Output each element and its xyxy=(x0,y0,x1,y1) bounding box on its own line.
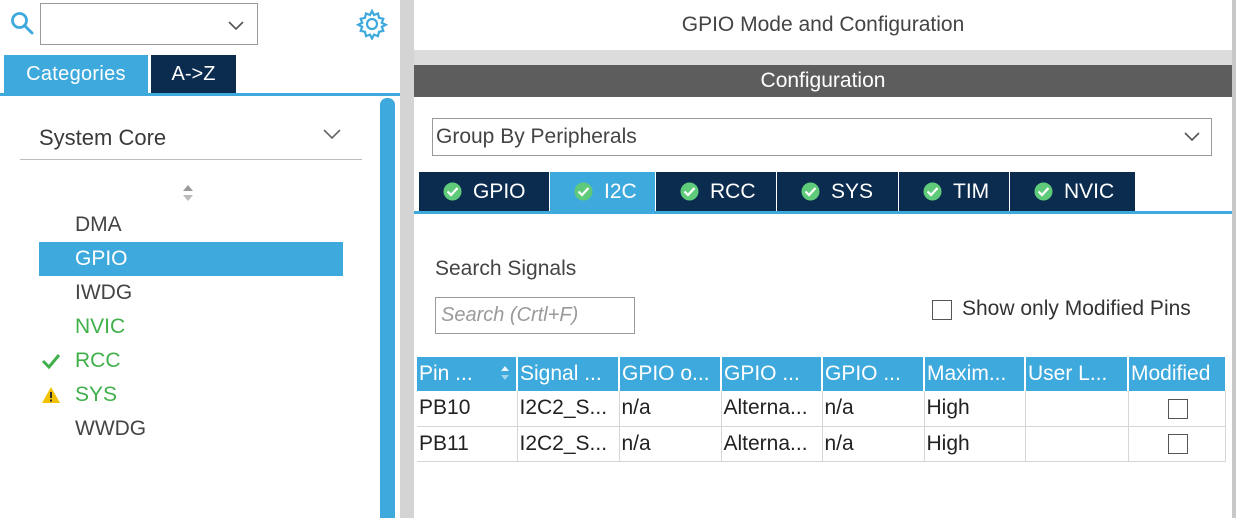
section-divider xyxy=(414,50,1232,65)
category-list: DMA GPIO IWDG NVIC RCC SYS WWDG xyxy=(39,208,343,446)
tab-label: NVIC xyxy=(1064,180,1115,203)
tab-label: GPIO xyxy=(473,180,526,203)
sort-icon[interactable] xyxy=(500,364,510,382)
category-item-label: SYS xyxy=(75,383,118,406)
table-row[interactable]: PB11 I2C2_S... n/a Alterna... n/a High xyxy=(417,426,1226,462)
right-border xyxy=(1232,0,1236,518)
column-header-pin[interactable]: Pin ... xyxy=(417,357,517,391)
category-item-wwdg[interactable]: WWDG xyxy=(39,412,343,446)
tab-categories[interactable]: Categories xyxy=(4,55,148,93)
cell-user-label xyxy=(1024,391,1128,427)
chevron-down-icon[interactable] xyxy=(227,16,245,34)
cell-gpio-pull: n/a xyxy=(821,426,924,462)
tab-label: RCC xyxy=(710,180,756,203)
configuration-header: Configuration xyxy=(414,65,1232,97)
category-item-label: DMA xyxy=(75,213,122,236)
tab-a-to-z[interactable]: A->Z xyxy=(151,55,236,93)
tab-label: I2C xyxy=(604,180,637,203)
column-header-gpio-pull[interactable]: GPIO ... xyxy=(821,357,924,391)
component-search-combo[interactable] xyxy=(40,3,258,45)
category-item-label: GPIO xyxy=(75,247,128,270)
tab-label: SYS xyxy=(831,180,874,203)
warning-icon xyxy=(42,387,60,403)
check-circle-icon xyxy=(574,182,593,201)
panel-splitter[interactable] xyxy=(400,0,414,518)
show-modified-label: Show only Modified Pins xyxy=(962,297,1191,320)
check-circle-icon xyxy=(1034,182,1053,201)
show-modified-checkbox[interactable] xyxy=(932,300,952,320)
cell-gpio-output: n/a xyxy=(618,426,721,462)
category-tabbar: Categories A->Z xyxy=(0,55,400,96)
tab-gpio[interactable]: GPIO xyxy=(419,172,549,211)
chevron-down-icon[interactable] xyxy=(322,126,342,142)
check-circle-icon xyxy=(443,182,462,201)
category-item-label: WWDG xyxy=(75,417,147,440)
gear-icon[interactable] xyxy=(356,8,388,40)
column-header-gpio-output[interactable]: GPIO o... xyxy=(618,357,721,391)
cell-pin: PB10 xyxy=(417,391,517,427)
cell-gpio-output: n/a xyxy=(618,391,721,427)
category-item-rcc[interactable]: RCC xyxy=(39,344,343,378)
column-header-signal[interactable]: Signal ... xyxy=(516,357,619,391)
category-item-label: NVIC xyxy=(75,315,126,338)
table-header-row: Pin ... Signal ... GPIO o... GPIO ... GP… xyxy=(417,357,1225,391)
column-header-modified[interactable]: Modified xyxy=(1127,357,1225,391)
search-signals-label: Search Signals xyxy=(435,257,577,280)
category-item-gpio[interactable]: GPIO xyxy=(39,242,343,276)
table-row[interactable]: PB10 I2C2_S... n/a Alterna... n/a High xyxy=(417,391,1226,427)
mode-configuration-panel: GPIO Mode and Configuration Configuratio… xyxy=(414,0,1236,518)
checkmark-icon xyxy=(41,354,61,370)
category-item-sys[interactable]: SYS xyxy=(39,378,343,412)
check-circle-icon xyxy=(923,182,942,201)
category-item-nvic[interactable]: NVIC xyxy=(39,310,343,344)
check-circle-icon xyxy=(680,182,699,201)
cell-signal: I2C2_S... xyxy=(516,391,619,427)
cell-gpio-mode: Alterna... xyxy=(720,391,822,427)
category-item-label: RCC xyxy=(75,349,121,372)
check-circle-icon xyxy=(801,182,820,201)
modified-checkbox[interactable] xyxy=(1167,433,1188,454)
cell-modified xyxy=(1127,426,1226,462)
tab-rcc[interactable]: RCC xyxy=(656,172,776,211)
pin-configuration-table: Pin ... Signal ... GPIO o... GPIO ... GP… xyxy=(417,357,1226,462)
peripheral-tabbar: GPIO I2C RCC SYS TIM NVIC xyxy=(414,172,1232,214)
search-icon[interactable] xyxy=(10,11,34,35)
column-header-gpio-mode[interactable]: GPIO ... xyxy=(720,357,822,391)
tab-nvic[interactable]: NVIC xyxy=(1010,172,1135,211)
cell-gpio-mode: Alterna... xyxy=(720,426,822,462)
category-group-title: System Core xyxy=(39,125,167,150)
cell-gpio-pull: n/a xyxy=(821,391,924,427)
categories-panel: Categories A->Z System Core DMA GPIO IWD… xyxy=(0,0,400,518)
chevron-down-icon[interactable] xyxy=(1183,129,1201,145)
tab-label: TIM xyxy=(953,180,990,203)
modified-checkbox[interactable] xyxy=(1167,398,1188,419)
tab-tim[interactable]: TIM xyxy=(899,172,1009,211)
category-item-label: IWDG xyxy=(75,281,133,304)
cell-signal: I2C2_S... xyxy=(516,426,619,462)
search-signals-input[interactable] xyxy=(435,297,635,334)
mode-title: GPIO Mode and Configuration xyxy=(414,0,1232,50)
cell-modified xyxy=(1127,391,1226,427)
category-item-iwdg[interactable]: IWDG xyxy=(39,276,343,310)
tab-sys[interactable]: SYS xyxy=(777,172,898,211)
column-header-label: Pin ... xyxy=(419,362,473,385)
column-header-max-speed[interactable]: Maxim... xyxy=(923,357,1025,391)
category-scrollbar[interactable] xyxy=(380,98,395,518)
cell-max-speed: High xyxy=(923,391,1025,427)
category-item-dma[interactable]: DMA xyxy=(39,208,343,242)
group-by-value: Group By Peripherals xyxy=(436,125,637,148)
cell-max-speed: High xyxy=(923,426,1025,462)
cell-user-label xyxy=(1024,426,1128,462)
category-group-header[interactable]: System Core xyxy=(20,118,362,160)
tab-i2c[interactable]: I2C xyxy=(550,172,655,211)
group-by-select[interactable]: Group By Peripherals xyxy=(432,118,1212,156)
cell-pin: PB11 xyxy=(417,426,517,462)
sort-icon[interactable] xyxy=(181,183,195,203)
column-header-user-label[interactable]: User L... xyxy=(1024,357,1128,391)
